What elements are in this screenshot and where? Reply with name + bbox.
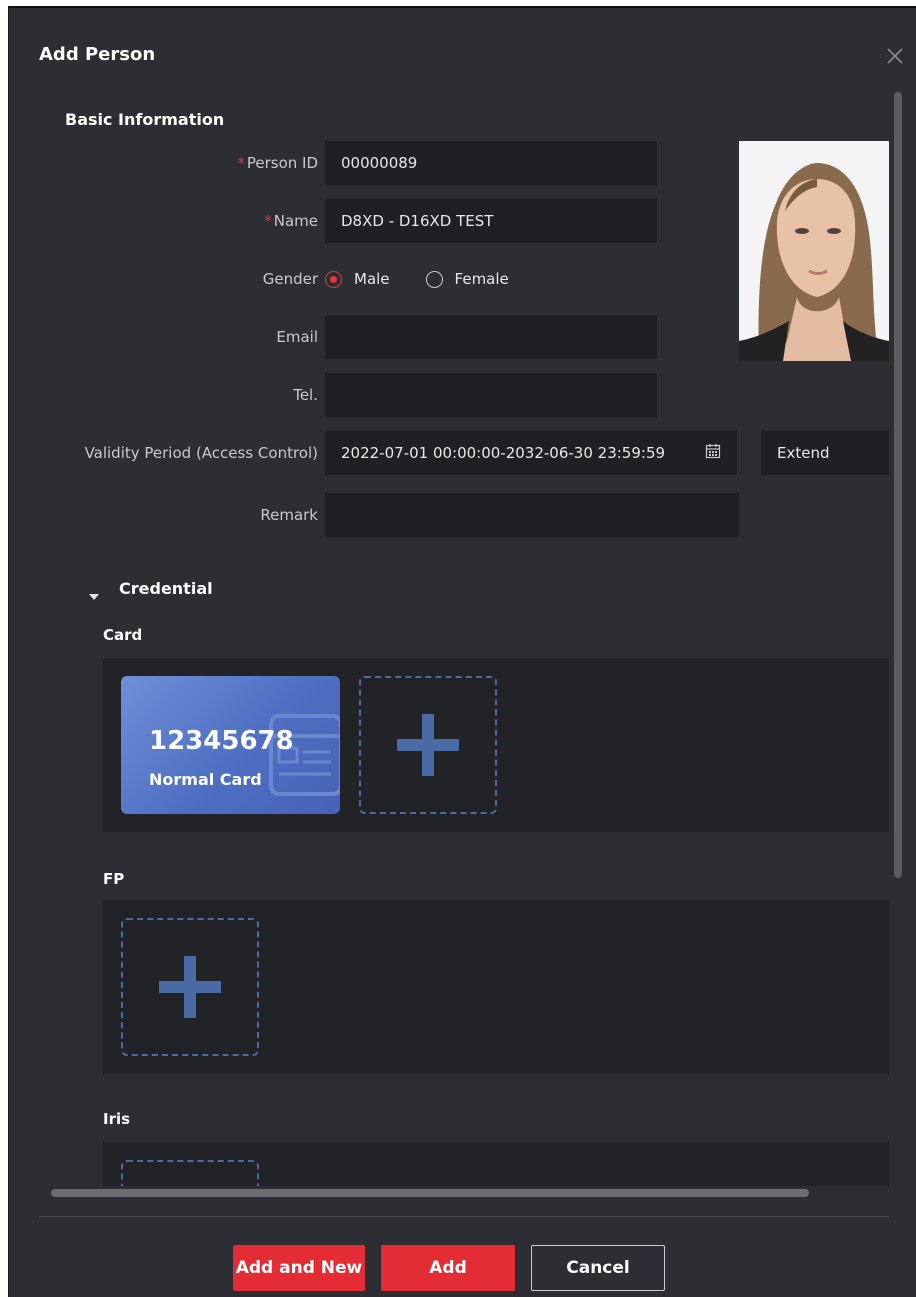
calendar-icon[interactable] xyxy=(705,443,721,463)
add-and-new-button[interactable]: Add and New xyxy=(233,1245,365,1291)
gender-male-option[interactable]: Male xyxy=(325,270,390,288)
add-fingerprint-button[interactable] xyxy=(121,918,259,1056)
credential-title: Credential xyxy=(119,579,213,598)
validity-period-label: Validity Period (Access Control) xyxy=(84,444,318,462)
gender-female-option[interactable]: Female xyxy=(425,270,509,288)
cancel-button[interactable]: Cancel xyxy=(531,1245,665,1291)
email-input[interactable] xyxy=(325,315,657,359)
add-person-dialog: Add Person Basic Information * Person ID … xyxy=(8,6,916,1297)
tel-input[interactable] xyxy=(325,373,657,417)
card-item[interactable]: 12345678 Normal Card xyxy=(121,676,340,814)
extend-button[interactable]: Extend xyxy=(761,431,889,475)
remark-label: Remark xyxy=(260,506,318,524)
gender-label: Gender xyxy=(262,270,318,288)
name-label: * Name xyxy=(264,212,318,230)
card-title: Card xyxy=(103,626,143,644)
name-input[interactable]: D8XD - D16XD TEST xyxy=(325,199,657,243)
plus-icon xyxy=(159,956,221,1018)
close-icon[interactable] xyxy=(885,46,905,66)
gender-female-label: Female xyxy=(454,270,509,288)
required-mark: * xyxy=(264,212,272,230)
iris-panel xyxy=(103,1142,889,1186)
add-iris-button[interactable] xyxy=(121,1160,259,1186)
person-id-input[interactable]: 00000089 xyxy=(325,141,657,185)
footer-divider xyxy=(39,1216,889,1217)
radio-male[interactable] xyxy=(325,270,342,288)
validity-period-input[interactable]: 2022-07-01 00:00:00-2032-06-30 23:59:59 xyxy=(325,431,737,475)
gender-radio-group: Male Female xyxy=(325,270,545,288)
horizontal-scrollbar[interactable] xyxy=(51,1189,809,1197)
add-button[interactable]: Add xyxy=(381,1245,515,1291)
card-number: 12345678 xyxy=(149,726,294,756)
add-card-button[interactable] xyxy=(359,676,497,814)
person-photo[interactable] xyxy=(739,141,889,361)
gender-male-label: Male xyxy=(354,270,390,288)
remark-input[interactable] xyxy=(325,493,739,537)
required-mark: * xyxy=(237,154,245,172)
tel-label: Tel. xyxy=(293,386,318,404)
collapse-caret-icon[interactable] xyxy=(89,586,99,605)
card-type: Normal Card xyxy=(149,770,262,789)
email-label: Email xyxy=(276,328,318,346)
basic-information-title: Basic Information xyxy=(65,110,225,129)
person-id-label: * Person ID xyxy=(237,154,318,172)
radio-female[interactable] xyxy=(425,270,443,288)
dialog-title: Add Person xyxy=(39,44,156,65)
iris-title: Iris xyxy=(103,1110,131,1128)
validity-period-value: 2022-07-01 00:00:00-2032-06-30 23:59:59 xyxy=(341,444,666,462)
plus-icon xyxy=(397,714,459,776)
fp-title: FP xyxy=(103,870,125,888)
vertical-scrollbar[interactable] xyxy=(894,92,902,878)
